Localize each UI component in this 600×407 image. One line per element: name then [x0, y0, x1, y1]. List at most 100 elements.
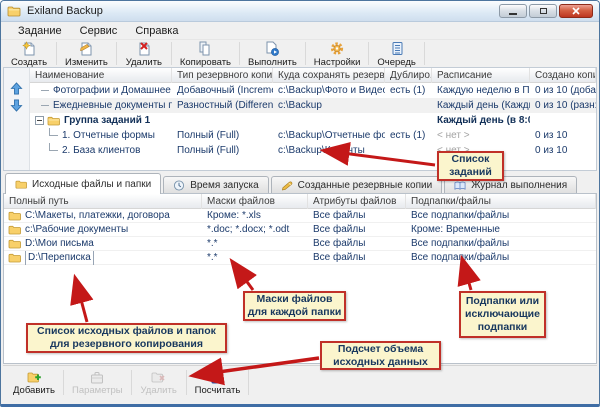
add-label: Добавить	[13, 385, 55, 396]
move-up-icon[interactable]	[10, 82, 23, 95]
run-button[interactable]: Выполнить	[241, 40, 304, 67]
tree-line	[41, 105, 49, 106]
backup-copies-icon	[281, 180, 293, 191]
toolbar-separator	[424, 42, 425, 65]
toolbar-separator	[171, 42, 172, 65]
queue-label: Очередь	[377, 57, 415, 68]
menu-service[interactable]: Сервис	[71, 24, 127, 38]
add-button[interactable]: Добавить	[7, 366, 61, 399]
jobs-table: Наименование Тип резервного копирования …	[30, 68, 596, 170]
create-label: Создать	[11, 57, 47, 68]
collapse-expander-icon[interactable]	[35, 116, 44, 125]
settings-icon	[329, 41, 345, 56]
tab-created-copies[interactable]: Созданные резервные копии	[271, 176, 443, 194]
tab-source-files[interactable]: Исходные файлы и папки	[5, 173, 161, 194]
toolbar-separator	[131, 370, 132, 395]
files-table-header: Полный путь Маски файлов Атрибуты файлов…	[4, 194, 596, 209]
files-toolbar: Добавить Параметры Удалить Посчитать	[3, 365, 597, 399]
copy-label: Копировать	[180, 57, 231, 68]
toolbar-separator	[63, 370, 64, 395]
queue-icon	[389, 41, 405, 56]
callout-calc-size: Подсчет объема исходных данных	[320, 341, 441, 370]
tab-strip: Исходные файлы и папки Время запуска Соз…	[3, 173, 597, 194]
toolbar-separator	[116, 42, 117, 65]
edit-button[interactable]: Изменить	[58, 40, 115, 67]
col-type[interactable]: Тип резервного копирования	[172, 68, 273, 83]
callout-source-list: Список исходных файлов и папок для резер…	[26, 323, 227, 353]
folder-icon	[8, 253, 21, 263]
delete-button[interactable]: Удалить	[118, 40, 170, 67]
delete-label: Удалить	[126, 57, 162, 68]
remove-folder-icon	[151, 370, 166, 384]
menu-bar: Задание Сервис Справка	[1, 22, 599, 39]
table-row-group[interactable]: Группа заданий 1 Каждый день (в 8:00)	[30, 113, 596, 128]
maximize-icon	[540, 8, 547, 14]
col-name[interactable]: Наименование	[30, 68, 172, 83]
col-subfolders[interactable]: Подпапки/файлы	[406, 194, 596, 209]
window-title: Exiland Backup	[27, 5, 103, 17]
col-copies[interactable]: Создано копий	[530, 68, 596, 83]
callout-jobs-list: Список заданий	[437, 151, 504, 181]
queue-button[interactable]: Очередь	[370, 40, 422, 67]
edit-job-icon	[78, 41, 94, 56]
app-folder-icon	[7, 5, 21, 17]
params-button[interactable]: Параметры	[66, 366, 129, 399]
tree-line	[41, 90, 49, 91]
folder-icon	[8, 225, 21, 235]
maximize-button[interactable]	[529, 4, 557, 18]
table-row[interactable]: 2. База клиентов Полный (Full) c:\Backup…	[30, 143, 596, 158]
toolbar-separator	[368, 42, 369, 65]
title-bar: Exiland Backup	[1, 1, 599, 22]
col-dest[interactable]: Куда сохранять резервные копии	[273, 68, 385, 83]
copy-button[interactable]: Копировать	[173, 40, 238, 67]
calculator-icon	[211, 370, 223, 384]
table-row[interactable]: c:\Рабочие документы *.doc; *.docx; *.od…	[4, 223, 596, 237]
table-row[interactable]: C:\Макеты, платежки, договора Кроме: *.x…	[4, 209, 596, 223]
remove-label: Удалить	[141, 385, 177, 396]
minimize-button[interactable]	[499, 4, 527, 18]
remove-button[interactable]: Удалить	[134, 366, 184, 399]
edit-label: Изменить	[65, 57, 108, 68]
main-toolbar: Создать Изменить Удалить Копировать Выпо…	[1, 39, 599, 67]
toolbar-separator	[248, 370, 249, 395]
calculate-button[interactable]: Посчитать	[189, 366, 247, 399]
table-row[interactable]: 1. Отчетные формы Полный (Full) c:\Backu…	[30, 128, 596, 143]
params-label: Параметры	[72, 385, 123, 396]
menu-task[interactable]: Задание	[9, 24, 71, 38]
new-job-icon	[21, 41, 37, 56]
table-row-selected[interactable]: D:\Переписка *.* Все файлы Все подпапки/…	[4, 251, 596, 265]
toolbar-separator	[186, 370, 187, 395]
col-dup[interactable]: Дублиро...	[385, 68, 432, 83]
folder-icon	[47, 116, 60, 126]
jobs-table-header: Наименование Тип резервного копирования …	[30, 68, 596, 83]
close-button[interactable]	[559, 4, 593, 18]
copy-job-icon	[197, 41, 213, 56]
clock-icon	[173, 180, 185, 191]
create-button[interactable]: Создать	[3, 40, 55, 67]
close-icon	[572, 7, 580, 15]
settings-button[interactable]: Настройки	[307, 40, 368, 67]
table-row[interactable]: Ежедневные документы по работе Разностны…	[30, 98, 596, 113]
col-full-path[interactable]: Полный путь	[4, 194, 202, 209]
menu-help[interactable]: Справка	[126, 24, 187, 38]
settings-label: Настройки	[314, 57, 361, 68]
table-row[interactable]: Фотографии и Домашнее видео Добавочный (…	[30, 83, 596, 98]
calculate-label: Посчитать	[195, 385, 241, 396]
col-schedule[interactable]: Расписание	[432, 68, 530, 83]
jobs-panel: Наименование Тип резервного копирования …	[3, 67, 597, 171]
move-down-icon[interactable]	[10, 99, 23, 112]
table-row[interactable]: D:\Мои письма *.* Все файлы Все подпапки…	[4, 237, 596, 251]
col-file-masks[interactable]: Маски файлов	[202, 194, 308, 209]
tab-start-time[interactable]: Время запуска	[163, 176, 268, 194]
callout-subfolders: Подпапки или исключающие подпапки	[459, 291, 546, 338]
callout-file-masks: Маски файлов для каждой папки	[243, 291, 346, 321]
exiland-backup-window: Exiland Backup Задание Сервис Справка Со…	[0, 0, 600, 407]
journal-icon	[454, 180, 466, 191]
run-job-icon	[264, 41, 280, 56]
toolbar-separator	[56, 42, 57, 65]
col-file-attrs[interactable]: Атрибуты файлов	[308, 194, 406, 209]
folder-icon	[8, 239, 21, 249]
run-label: Выполнить	[248, 57, 297, 68]
delete-job-icon	[136, 41, 152, 56]
jobs-reorder-gutter	[4, 68, 30, 170]
